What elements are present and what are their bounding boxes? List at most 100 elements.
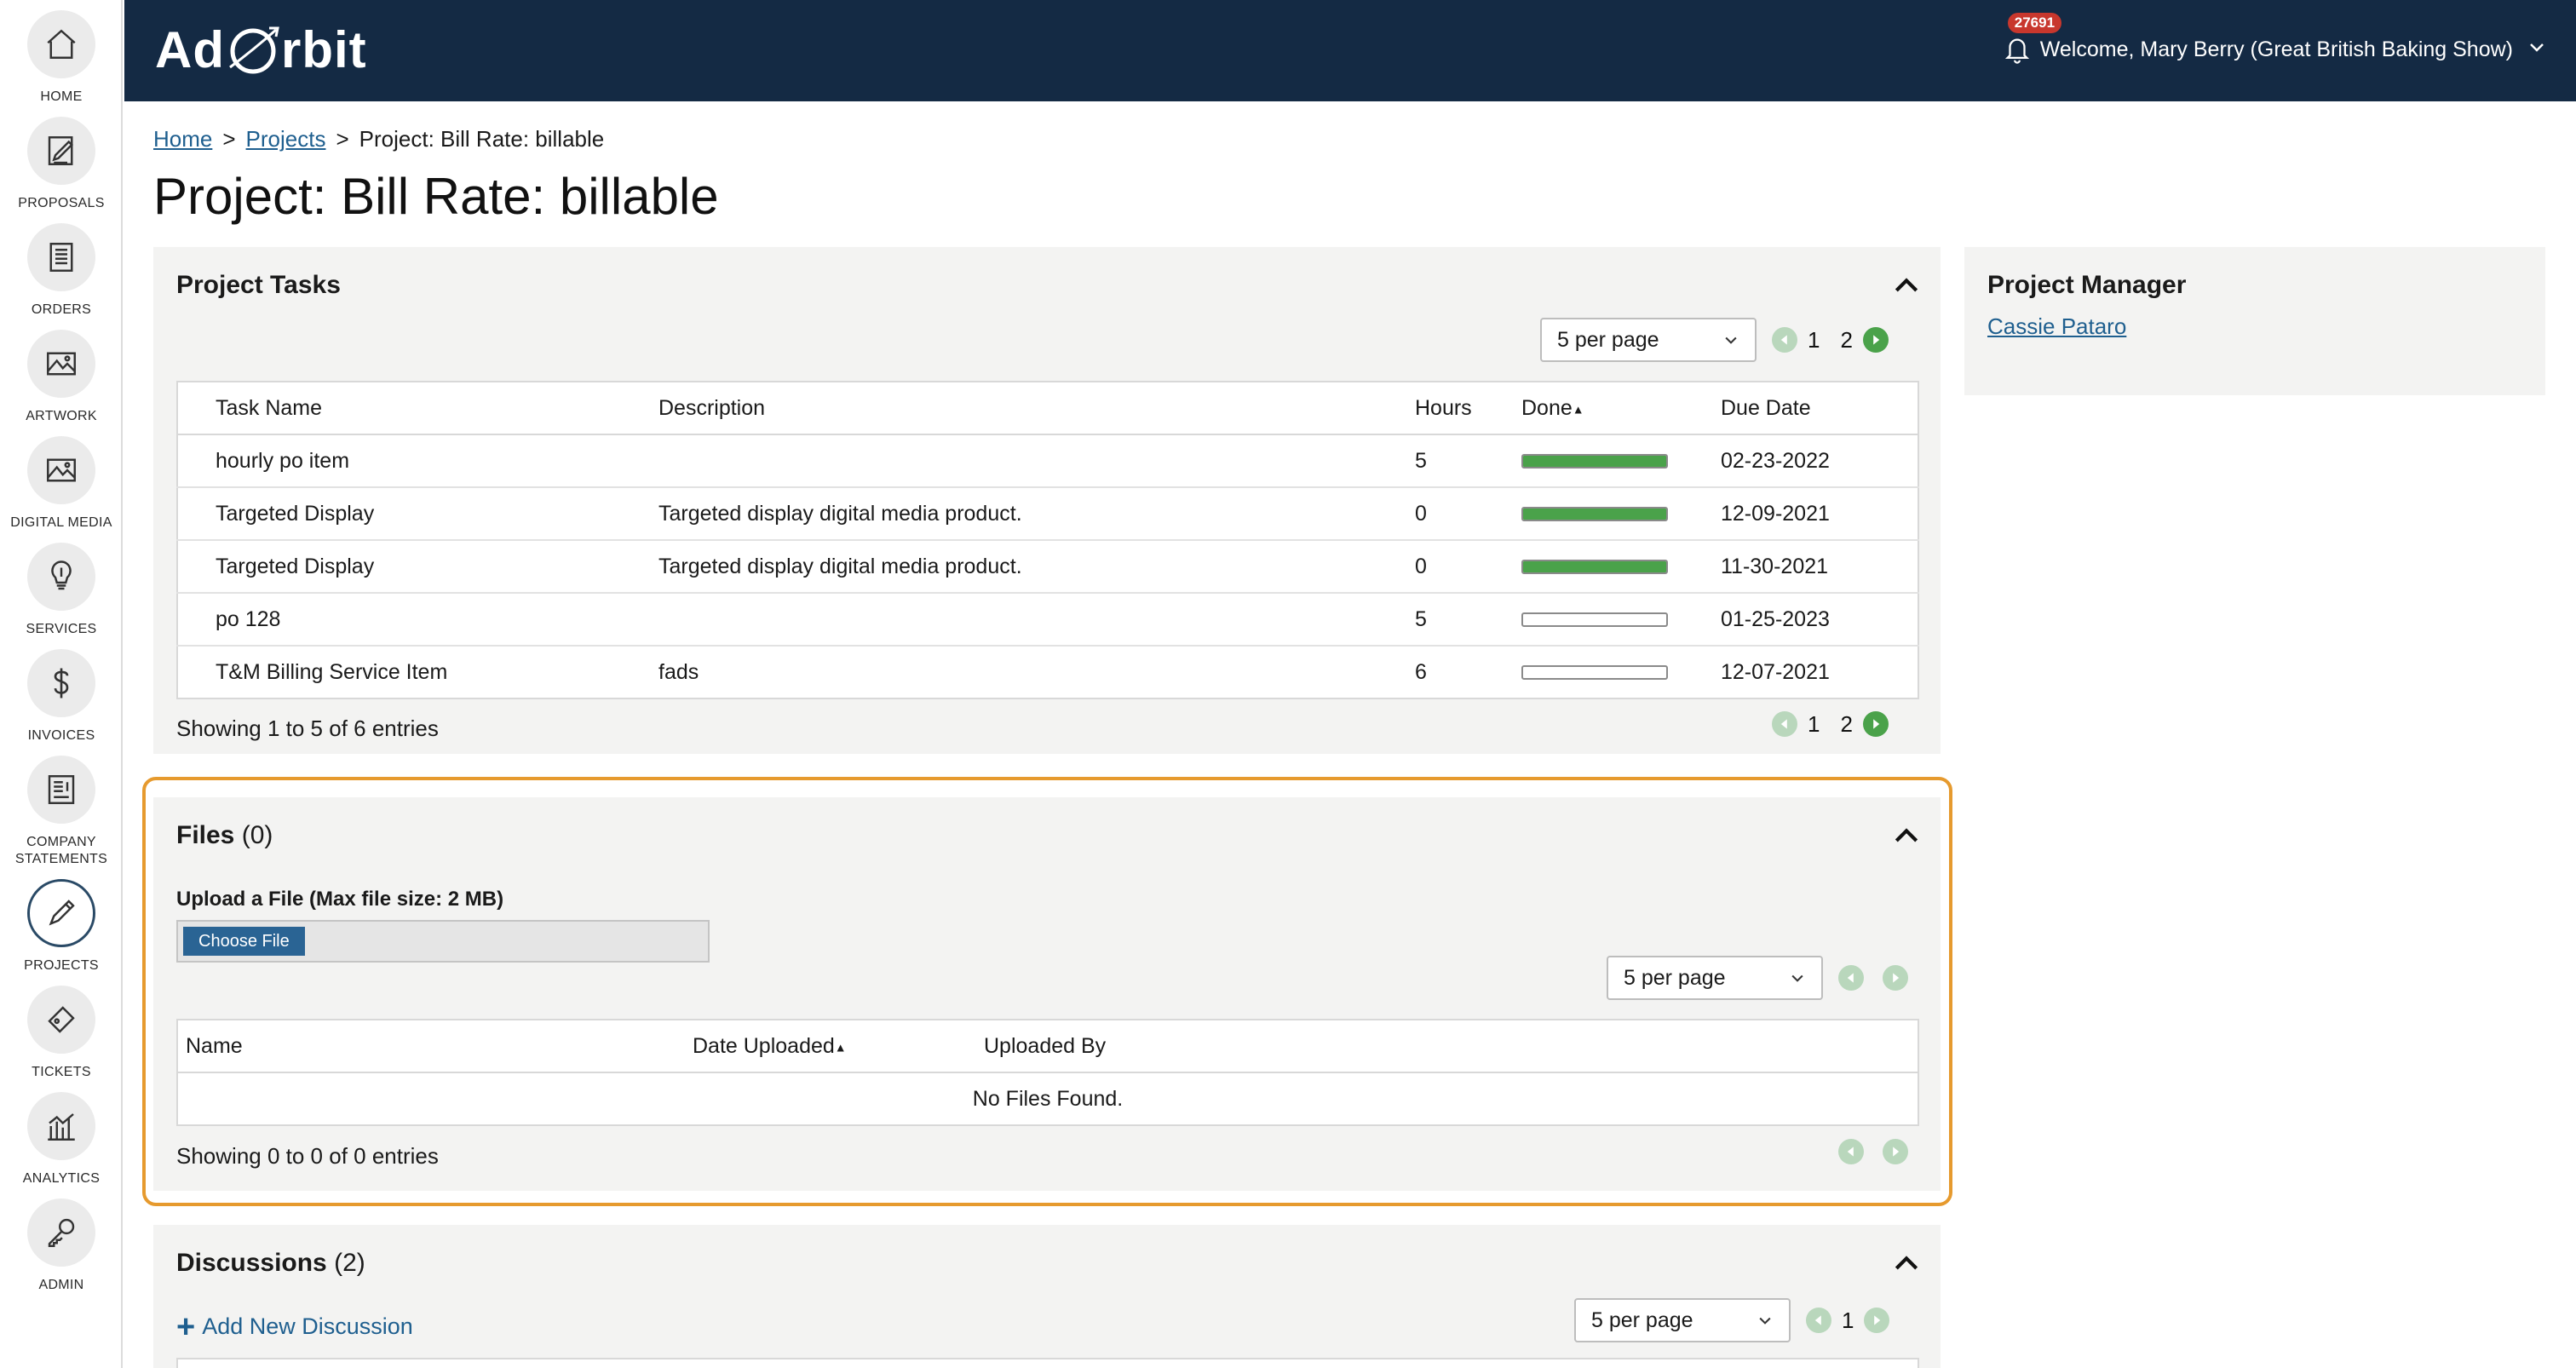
breadcrumb-home-link[interactable]: Home: [153, 126, 212, 152]
nav-label: ANALYTICS: [22, 1171, 101, 1186]
nav-analytics[interactable]: ANALYTICS: [0, 1092, 123, 1187]
nav-label: PROPOSALS: [18, 196, 105, 210]
table-row[interactable]: Targeted Display Targeted display digital…: [177, 487, 1918, 541]
table-row[interactable]: T&M Billing Service Item fads 6 12-07-2021: [177, 646, 1918, 698]
col-task-name[interactable]: Task Name: [177, 382, 658, 435]
task-name-cell: Targeted Display: [177, 487, 658, 541]
user-menu[interactable]: 27691 Welcome, Mary Berry (Great British…: [2003, 13, 2547, 82]
next-page-button[interactable]: [1862, 327, 1889, 353]
nav-tickets[interactable]: TICKETS: [0, 986, 123, 1081]
nav-projects[interactable]: PROJECTS: [0, 879, 123, 974]
orders-icon: [27, 223, 95, 291]
per-page-value: 5 per page: [1624, 965, 1726, 990]
triangle-left-icon: [1780, 719, 1787, 729]
nav-label: INVOICES: [27, 728, 95, 743]
page-number[interactable]: 2: [1840, 711, 1852, 738]
empty-message: No Files Found.: [972, 1086, 1124, 1111]
task-done-cell: [1521, 593, 1721, 647]
prev-page-button[interactable]: [1838, 965, 1864, 991]
table-header-row: Name Date Uploaded▲ Uploaded By: [177, 1020, 1918, 1073]
prev-page-button[interactable]: [1772, 327, 1797, 353]
next-page-button[interactable]: [1883, 1139, 1908, 1164]
nav-admin[interactable]: ADMIN: [0, 1198, 123, 1294]
files-title: Files: [176, 821, 235, 849]
nav-digital-media[interactable]: DIGITAL MEDIA: [0, 436, 123, 532]
page-number[interactable]: 2: [1840, 327, 1852, 353]
nav-orders[interactable]: ORDERS: [0, 223, 123, 319]
nav-proposals[interactable]: PROPOSALS: [0, 117, 123, 212]
col-hours[interactable]: Hours: [1415, 382, 1521, 435]
nav-company-statements[interactable]: COMPANY STATEMENTS: [0, 756, 123, 868]
adorbit-logo[interactable]: Ad rbit: [155, 17, 367, 82]
table-row[interactable]: po 128 5 01-25-2023: [177, 593, 1918, 647]
project-manager-link[interactable]: Cassie Pataro: [1987, 313, 2126, 340]
nav-invoices[interactable]: INVOICES: [0, 649, 123, 744]
collapse-tasks-button[interactable]: [1889, 269, 1923, 303]
statement-icon: [27, 756, 95, 824]
chart-icon: [27, 1092, 95, 1160]
nav-label: HOME: [40, 89, 83, 104]
col-done[interactable]: Done▲: [1521, 382, 1721, 435]
task-hours-cell: 6: [1415, 659, 1427, 684]
panel-title: Project Manager: [1987, 271, 2187, 299]
chevron-down-icon: [1759, 1317, 1771, 1325]
choose-file-button[interactable]: Choose File: [183, 927, 305, 956]
table-row[interactable]: Targeted Display Targeted display digital…: [177, 540, 1918, 594]
tasks-per-page-select[interactable]: 5 per page: [1540, 318, 1757, 362]
discussions-per-page-select[interactable]: 5 per page: [1574, 1298, 1791, 1342]
nav-home[interactable]: HOME: [0, 10, 123, 106]
task-due-cell: 12-07-2021: [1721, 659, 1830, 684]
task-due-cell: 11-30-2021: [1721, 540, 1918, 594]
collapse-discussions-button[interactable]: [1889, 1247, 1923, 1281]
image-icon: [27, 330, 95, 398]
table-row: No Files Found.: [177, 1072, 1918, 1125]
triangle-left-icon: [1847, 1147, 1854, 1157]
discussions-pager-top: 1: [1806, 1303, 1890, 1337]
per-page-value: 5 per page: [1591, 1308, 1693, 1332]
page-number[interactable]: 1: [1808, 327, 1820, 353]
discussions-count: (2): [334, 1249, 365, 1277]
breadcrumb: Home > Projects > Project: Bill Rate: billab…: [153, 126, 604, 152]
triangle-left-icon: [1780, 335, 1787, 345]
task-description-cell: [658, 434, 1415, 488]
task-name-cell: po 128: [177, 593, 658, 647]
nav-services[interactable]: SERVICES: [0, 543, 123, 638]
col-date-uploaded[interactable]: Date Uploaded▲: [693, 1020, 984, 1073]
nav-label: DIGITAL MEDIA: [10, 515, 112, 530]
col-name[interactable]: Name: [177, 1020, 693, 1073]
page-number[interactable]: 1: [1842, 1308, 1854, 1334]
breadcrumb-projects-link[interactable]: Projects: [246, 126, 326, 152]
project-tasks-panel: Project Tasks 5 per page 1 2 Task Name D…: [153, 247, 1941, 754]
nav-label: SERVICES: [26, 622, 97, 636]
task-description-cell: [658, 593, 1415, 647]
discussions-title: Discussions: [176, 1249, 327, 1277]
col-due-date[interactable]: Due Date: [1721, 382, 1918, 435]
chevron-up-icon: [1895, 278, 1918, 292]
next-page-button[interactable]: [1864, 1308, 1890, 1333]
nav-artwork[interactable]: ARTWORK: [0, 330, 123, 425]
nav-label: TICKETS: [32, 1065, 91, 1079]
nav-label: ORDERS: [31, 302, 92, 317]
notification-bell[interactable]: 27691: [2003, 13, 2062, 66]
top-header: Ad rbit 27691 Welcome, Mary Berry (Great…: [124, 0, 2576, 101]
col-description[interactable]: Description: [658, 382, 1415, 435]
sort-asc-icon: ▲: [1572, 401, 1584, 416]
prev-page-button[interactable]: [1806, 1308, 1831, 1333]
next-page-button[interactable]: [1862, 711, 1889, 737]
add-new-discussion-link[interactable]: + Add New Discussion: [176, 1311, 413, 1343]
col-uploaded-by[interactable]: Uploaded By: [984, 1020, 1918, 1073]
task-description-cell: fads: [658, 659, 699, 684]
prev-page-button[interactable]: [1838, 1139, 1864, 1164]
table-row[interactable]: hourly po item 5 02-23-2022: [177, 434, 1918, 488]
next-page-button[interactable]: [1883, 965, 1908, 991]
files-per-page-select[interactable]: 5 per page: [1607, 956, 1823, 1000]
col-done-label: Done: [1521, 395, 1573, 420]
files-pager-top: [1838, 961, 1908, 995]
files-table: Name Date Uploaded▲ Uploaded By No Files…: [176, 1019, 1919, 1126]
task-done-cell: [1521, 540, 1721, 594]
triangle-right-icon: [1893, 1147, 1900, 1157]
collapse-files-button[interactable]: [1889, 819, 1923, 854]
file-upload-input[interactable]: Choose File: [176, 920, 710, 963]
page-number[interactable]: 1: [1808, 711, 1820, 738]
prev-page-button[interactable]: [1772, 711, 1797, 737]
